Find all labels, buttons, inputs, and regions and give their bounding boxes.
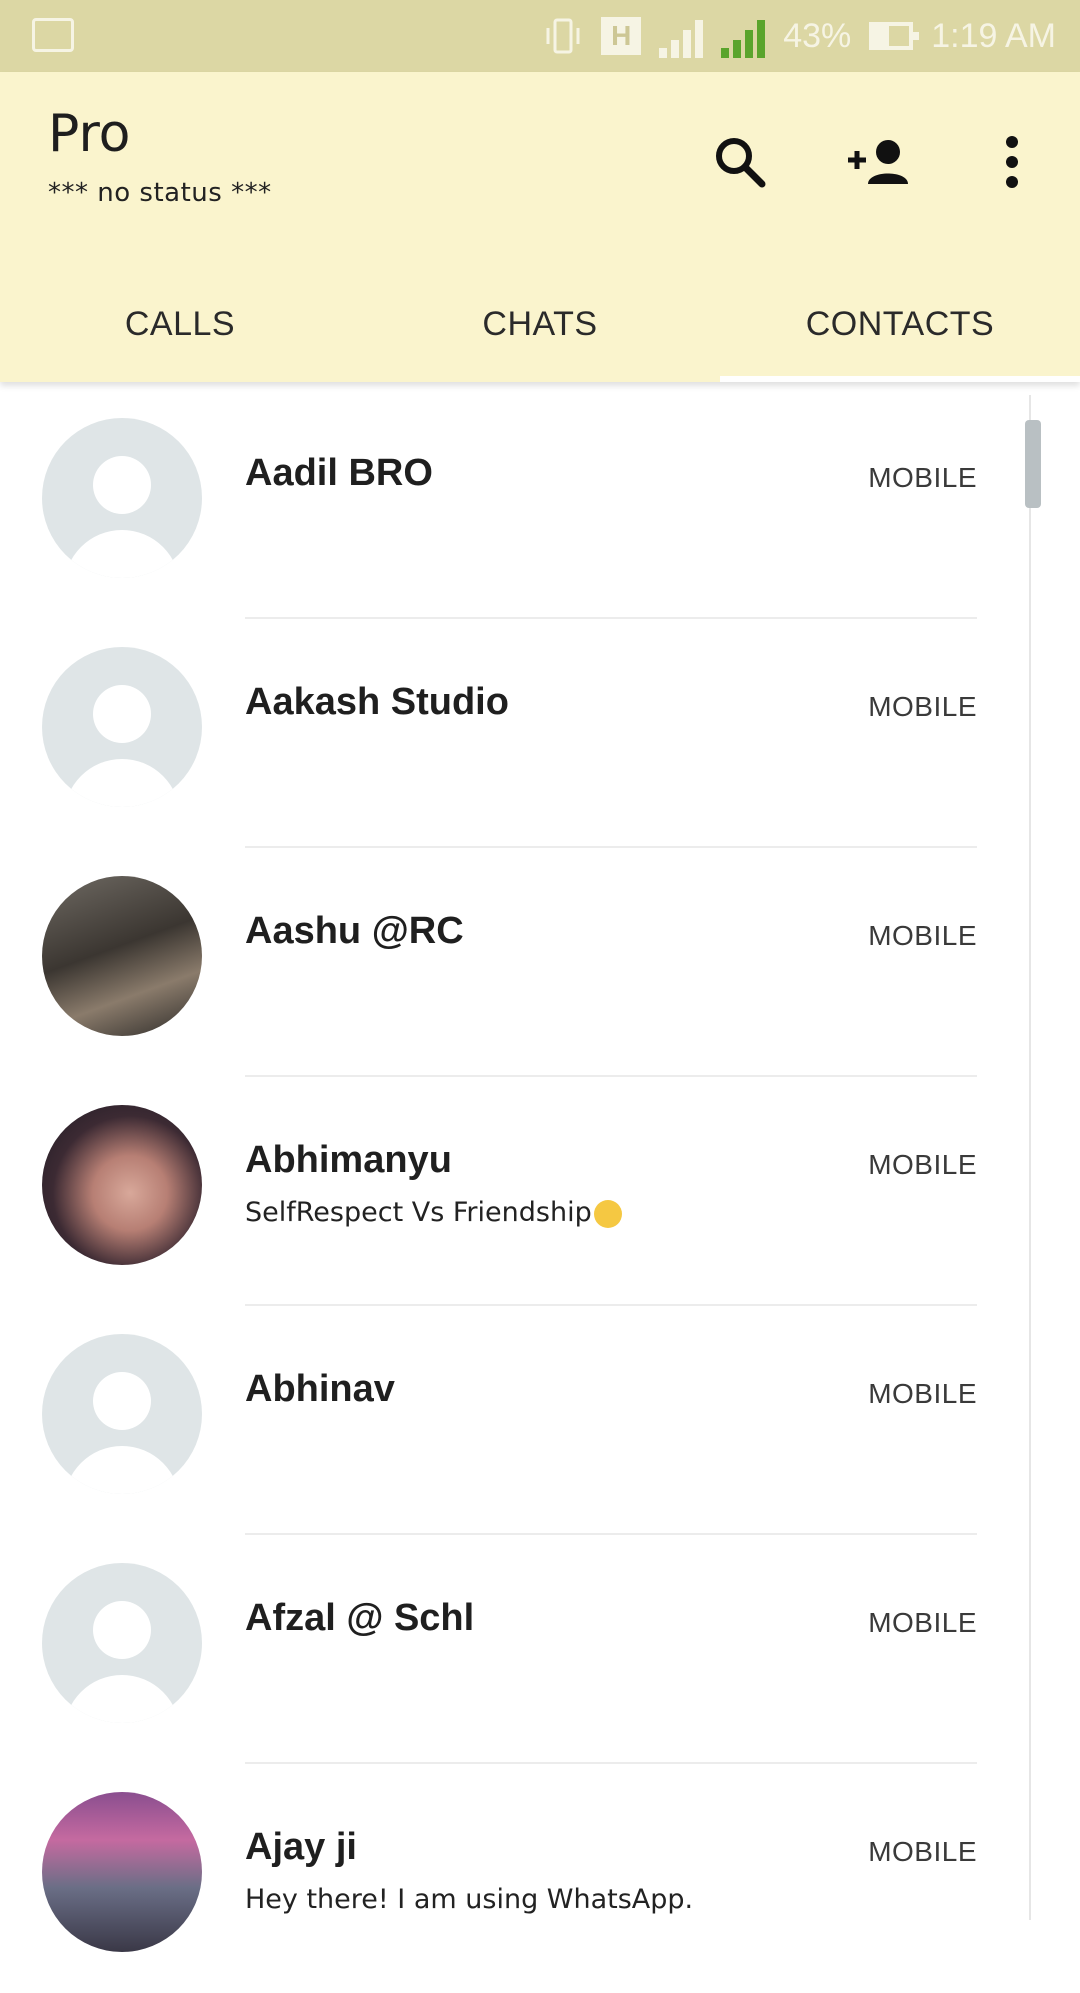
contact-name: Aakash Studio	[245, 681, 509, 723]
scrollbar-thumb[interactable]	[1025, 420, 1041, 508]
status-bar: H 43% 1:19 AM	[0, 0, 1080, 72]
contact-row[interactable]: Aakash Studio MOBILE	[0, 619, 1030, 848]
battery-icon	[869, 22, 920, 50]
contact-row[interactable]: Abhinav MOBILE	[0, 1306, 1030, 1535]
contact-type: MOBILE	[868, 1378, 977, 1409]
network-type-icon: H	[601, 17, 642, 55]
contact-status-text: SelfRespect Vs Friendship	[245, 1197, 592, 1228]
contact-type: MOBILE	[868, 920, 977, 951]
sim1-signal-icon	[659, 14, 704, 58]
contact-name: Aashu @RC	[245, 910, 464, 952]
contact-photo-avatar[interactable]	[42, 876, 202, 1036]
contact-type: MOBILE	[868, 691, 977, 722]
scrollbar-track	[1029, 395, 1031, 1920]
contact-name: Aadil BRO	[245, 452, 433, 494]
contact-status: Hey there! I am using WhatsApp.	[245, 1884, 694, 1915]
more-vert-icon[interactable]	[972, 122, 1052, 202]
default-avatar-icon[interactable]	[42, 647, 202, 807]
profile-name[interactable]: Pro	[48, 104, 131, 164]
default-avatar-icon[interactable]	[42, 1334, 202, 1494]
tab-contacts[interactable]: CONTACTS	[720, 267, 1080, 382]
contact-row[interactable]: Ajay ji Hey there! I am using WhatsApp. …	[0, 1764, 1030, 1993]
image-notification-icon	[32, 18, 74, 52]
contact-row[interactable]: Aadil BRO MOBILE	[0, 390, 1030, 619]
tab-chats[interactable]: CHATS	[360, 267, 720, 382]
search-icon[interactable]	[700, 122, 780, 202]
app-bar: Pro *** no status *** CALLS CHATS CONTAC…	[0, 72, 1080, 382]
contact-type: MOBILE	[868, 1149, 977, 1180]
contact-name: Ajay ji	[245, 1826, 357, 1868]
contact-type: MOBILE	[868, 462, 977, 493]
contact-row[interactable]: Abhimanyu SelfRespect Vs Friendship MOBI…	[0, 1077, 1030, 1306]
status-icons: H 43% 1:19 AM	[543, 0, 1056, 72]
vibrate-icon	[546, 18, 580, 54]
contact-name: Abhinav	[245, 1368, 395, 1410]
contact-name: Abhimanyu	[245, 1139, 452, 1181]
default-avatar-icon[interactable]	[42, 418, 202, 578]
contact-type: MOBILE	[868, 1836, 977, 1867]
contact-row[interactable]: Aashu @RC MOBILE	[0, 848, 1030, 1077]
default-avatar-icon[interactable]	[42, 1563, 202, 1723]
contact-photo-avatar[interactable]	[42, 1105, 202, 1265]
sim2-signal-icon	[721, 14, 766, 58]
contact-type: MOBILE	[868, 1607, 977, 1638]
contact-photo-avatar[interactable]	[42, 1792, 202, 1952]
tab-bar: CALLS CHATS CONTACTS	[0, 267, 1080, 382]
contact-status: SelfRespect Vs Friendship	[245, 1197, 622, 1228]
battery-percent: 43%	[783, 16, 852, 55]
contact-row[interactable]: Afzal @ Schl MOBILE	[0, 1535, 1030, 1764]
contacts-list: Aadil BRO MOBILE Aakash Studio MOBILE Aa…	[0, 390, 1030, 1993]
tab-calls[interactable]: CALLS	[0, 267, 360, 382]
profile-status[interactable]: *** no status ***	[48, 178, 272, 208]
add-contact-icon[interactable]	[840, 122, 920, 202]
contact-name: Afzal @ Schl	[245, 1597, 475, 1639]
clock: 1:19 AM	[931, 16, 1056, 55]
confused-emoji-icon	[593, 1199, 622, 1228]
